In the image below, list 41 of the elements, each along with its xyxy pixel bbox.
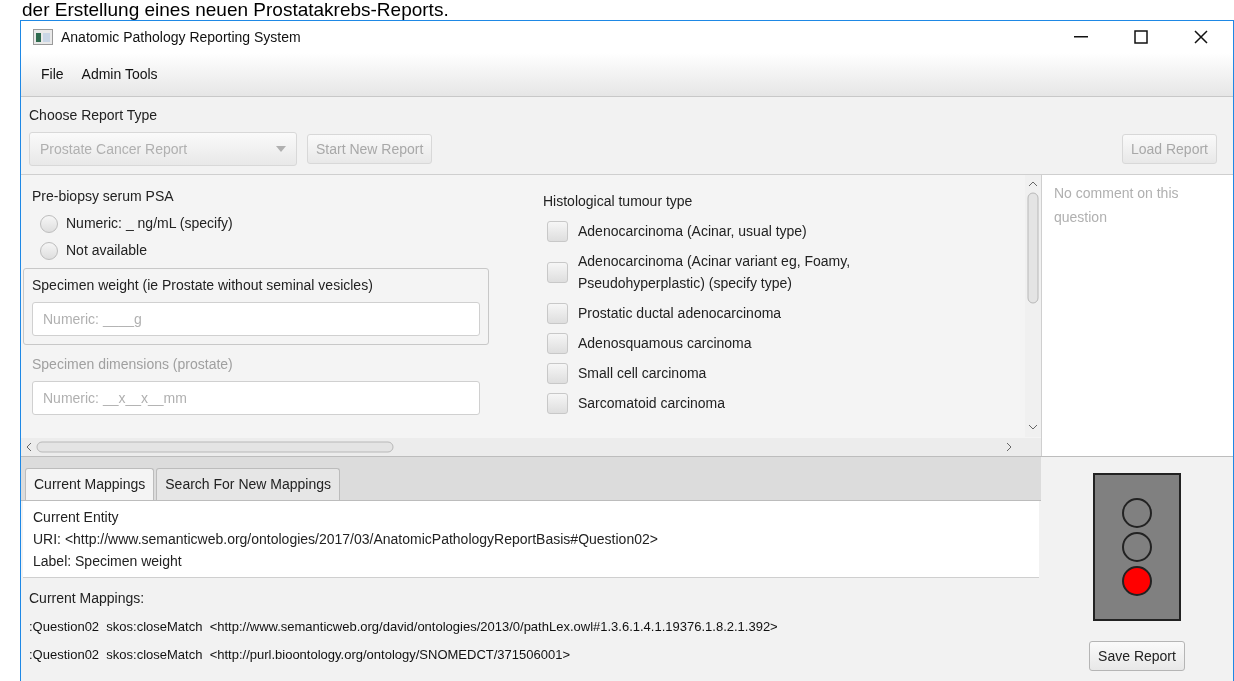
question-label: Histological tumour type: [543, 192, 694, 211]
mapping-row-text: :Question02 skos:closeMatch <http://purl.bioontology.org/ontology/SNOMEDCT/371506001>: [29, 645, 571, 664]
window-title: Anatomic Pathology Reporting System: [61, 27, 301, 47]
checkbox-label: Sarcomatoid carcinoma: [578, 394, 726, 413]
maximize-icon: [1134, 30, 1148, 44]
checkbox[interactable]: [547, 362, 568, 384]
radio-button[interactable]: [40, 241, 58, 260]
checkbox[interactable]: [547, 220, 568, 242]
entity-heading: Current Entity: [33, 508, 120, 527]
checkbox-label: Adenocarcinoma (Acinar variant eg, Foamy, Pseudohyperplastic) (specify type): [578, 252, 852, 293]
menu-item[interactable]: File: [33, 62, 72, 87]
question-label: Specimen weight (ie Prostate without seminal vesicles): [32, 276, 374, 295]
entity-label: Label: Specimen weight: [33, 552, 183, 571]
checkbox[interactable]: [547, 392, 568, 414]
checkbox-label: Prostatic ductal adenocarcinoma: [578, 304, 782, 323]
radio-label: Not available: [66, 241, 147, 260]
checkbox[interactable]: [547, 261, 568, 283]
tab[interactable]: Search For New Mappings: [156, 468, 341, 500]
close-icon: [1194, 30, 1208, 44]
caption-text: der Erstellung eines neuen Prostatakrebs-Reports.: [22, 0, 449, 20]
question-label: Specimen dimensions (prostate): [32, 355, 234, 374]
radio-label: Numeric: _ ng/mL (specify): [66, 214, 233, 233]
checkbox-label: Small cell carcinoma: [578, 364, 707, 383]
section-label: Choose Report Type: [29, 106, 159, 125]
checkbox[interactable]: [547, 302, 568, 324]
question-label: Pre-biopsy serum PSA: [32, 187, 175, 206]
menu-item[interactable]: Admin Tools: [73, 62, 166, 87]
save-report-button[interactable]: Save Report: [1089, 641, 1185, 671]
radio-button[interactable]: [40, 214, 58, 233]
entity-uri: URI: <http://www.semanticweb.org/ontologies/2017/03/AnatomicPathologyReportBasis#Question02>: [33, 530, 659, 549]
comment-placeholder: No comment on this question: [1054, 185, 1179, 225]
mapping-row-text: :Question02 skos:closeMatch <http://www.semanticweb.org/david/ontologies/2013/0/pathLex.owl#1.3.6.1.4.1.19376.1.8.2.1.392>: [29, 618, 779, 636]
dropdown-arrow-icon: [276, 146, 286, 152]
app-icon: [33, 29, 53, 45]
minimize-icon: [1074, 36, 1088, 38]
checkbox-label: Adenosquamous carcinoma: [578, 334, 752, 353]
input-field[interactable]: Numeric: ____g: [32, 302, 480, 336]
checkbox-label: Adenocarcinoma (Acinar, usual type): [578, 222, 807, 241]
tab[interactable]: Current Mappings: [25, 468, 155, 500]
mappings-heading: Current Mappings:: [29, 589, 146, 608]
checkbox[interactable]: [547, 332, 568, 354]
